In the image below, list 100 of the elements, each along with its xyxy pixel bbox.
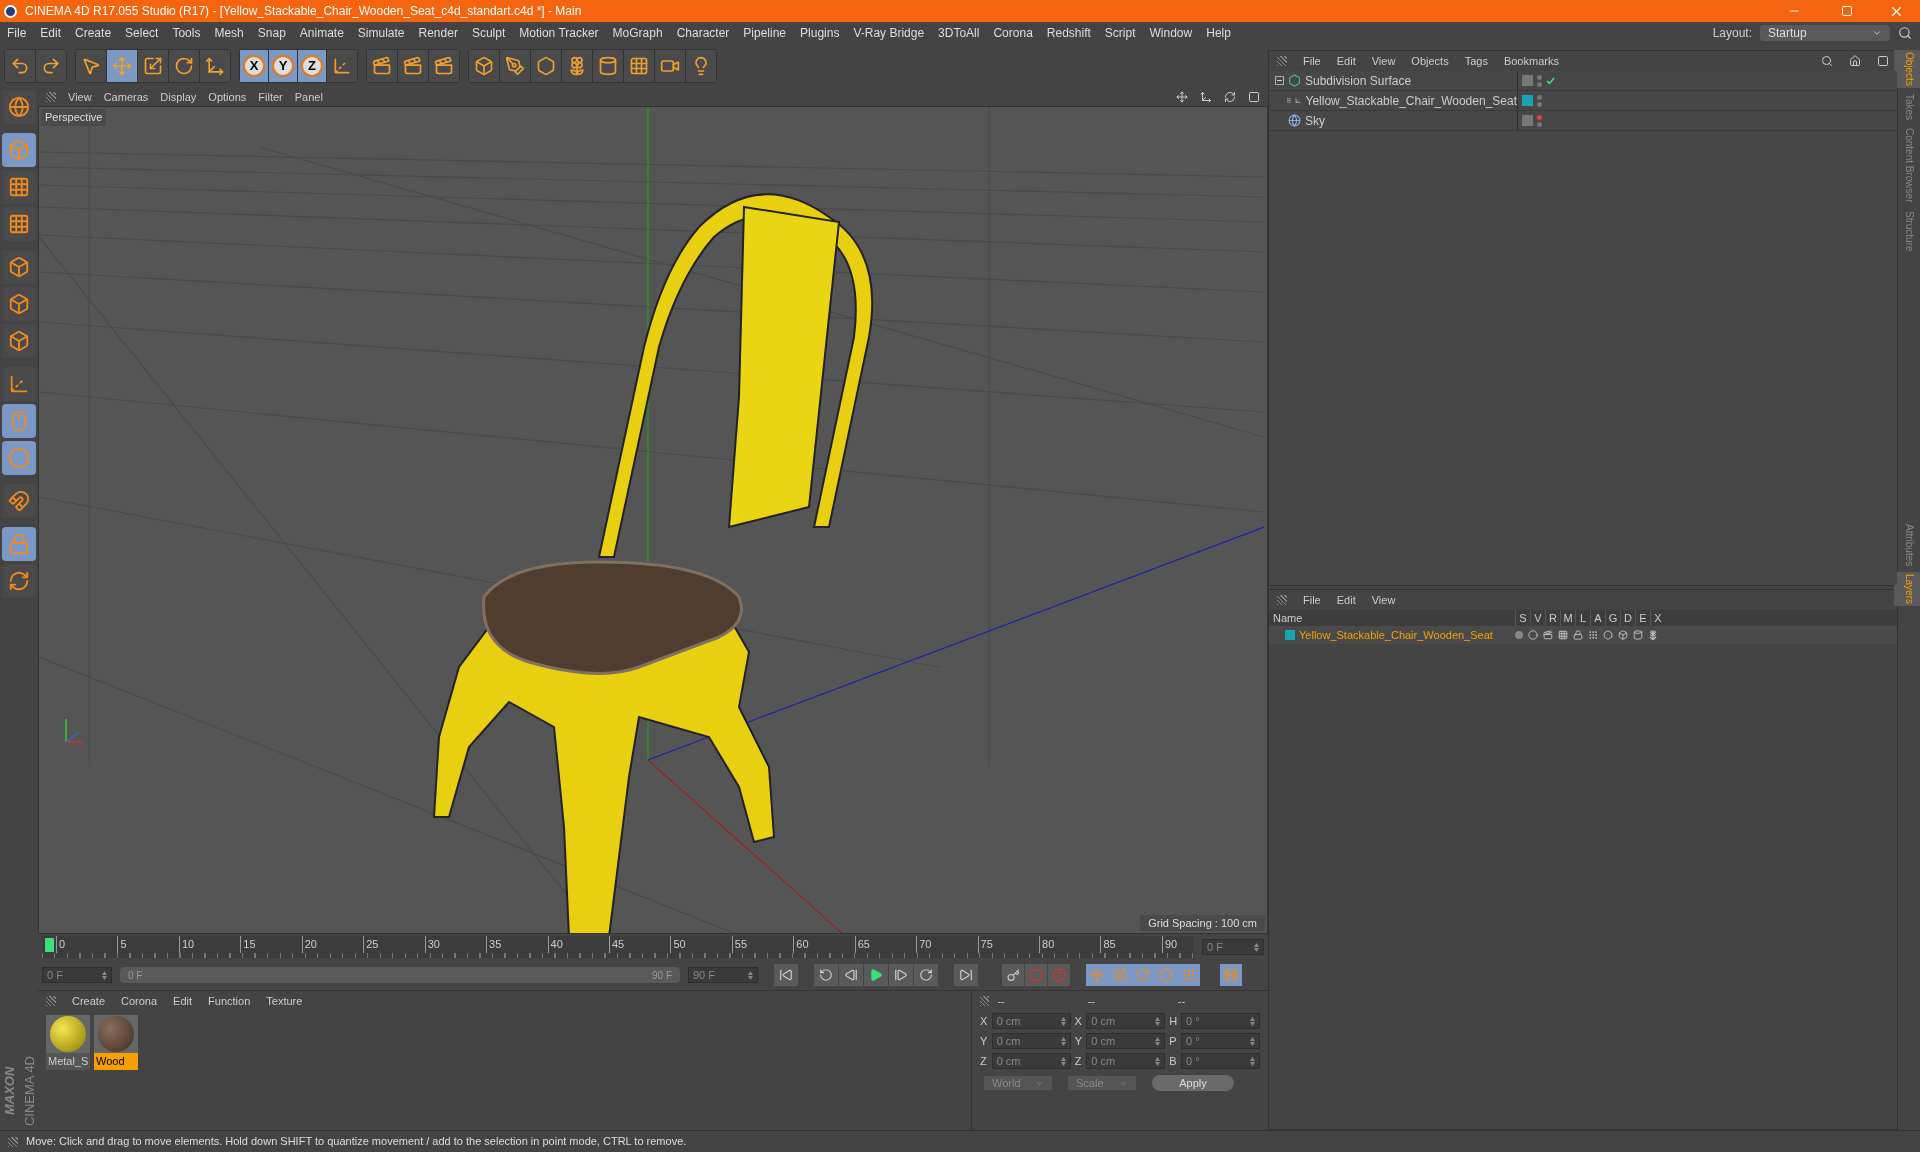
viewport-menu-item[interactable]: Filter: [258, 88, 283, 106]
mode-button[interactable]: [2, 324, 36, 358]
mode-button[interactable]: [2, 250, 36, 284]
rotation-field[interactable]: 0 °: [1181, 1013, 1260, 1029]
spinner-arrows-icon[interactable]: [1250, 1056, 1255, 1066]
transport-button[interactable]: [954, 964, 978, 986]
material-menu-item[interactable]: Texture: [266, 992, 303, 1010]
cube-icon[interactable]: [1618, 630, 1628, 640]
menu-item[interactable]: Corona: [986, 24, 1040, 42]
menu-item[interactable]: Plugins: [793, 24, 847, 42]
tool-button[interactable]: [624, 50, 654, 82]
spinner-arrows-icon[interactable]: [1155, 1016, 1161, 1026]
tool-button[interactable]: [398, 50, 428, 82]
menu-item[interactable]: 3DToAll: [931, 24, 987, 42]
menu-item[interactable]: File: [0, 24, 34, 42]
layout-dropdown[interactable]: Startup: [1760, 25, 1890, 41]
square-icon[interactable]: [1877, 55, 1889, 67]
scale-field[interactable]: 0 cm: [1086, 1053, 1166, 1069]
material-menu-item[interactable]: Edit: [173, 992, 193, 1010]
transport-button[interactable]: [814, 964, 838, 986]
side-tab[interactable]: Objects: [1893, 50, 1920, 88]
tool-button[interactable]: [655, 50, 685, 82]
dots-icon[interactable]: [1588, 630, 1598, 640]
position-field[interactable]: 0 cm: [991, 1053, 1071, 1069]
material-swatch[interactable]: Metal_S: [46, 1015, 90, 1070]
mode-button[interactable]: [2, 90, 36, 124]
grid-icon[interactable]: [1558, 630, 1568, 640]
search-icon[interactable]: [1898, 26, 1912, 40]
spinner-arrows-icon[interactable]: [1060, 1016, 1066, 1026]
eye-icon[interactable]: [1528, 630, 1538, 640]
scale-field[interactable]: 0 cm: [1086, 1033, 1166, 1049]
menu-item[interactable]: Simulate: [350, 24, 412, 42]
menu-item[interactable]: Select: [118, 24, 166, 42]
layer-menu-item[interactable]: View: [1371, 591, 1396, 609]
spinner-arrows-icon[interactable]: [1250, 1016, 1255, 1026]
mode-button[interactable]: [2, 367, 36, 401]
key-button[interactable]: [1002, 964, 1024, 986]
viewport[interactable]: Perspective Grid Spacing : 100 cm: [38, 106, 1268, 934]
object-name[interactable]: Yellow_Stackable_Chair_Wooden_Seat: [1305, 91, 1517, 110]
lock-icon[interactable]: [1573, 630, 1583, 640]
spinner-arrows-icon[interactable]: [1060, 1036, 1066, 1046]
tool-button[interactable]: [76, 50, 106, 82]
timeline-ruler[interactable]: 0 5 10 15 20 25 30 35 40 45 50 55 60 65 70 75 80 85 90: [42, 936, 1194, 958]
spinner-arrows-icon[interactable]: [1155, 1056, 1161, 1066]
tool-button[interactable]: [5, 50, 35, 82]
spinner-arrows-icon[interactable]: [1254, 942, 1259, 952]
end-frame-field[interactable]: 90 F: [688, 967, 758, 983]
mode-button[interactable]: [2, 564, 36, 598]
tool-button[interactable]: [36, 50, 66, 82]
layer-menu-item[interactable]: Edit: [1336, 591, 1356, 609]
object-name[interactable]: Sky: [1305, 111, 1325, 130]
current-frame-field[interactable]: 0 F: [1202, 939, 1264, 955]
menu-item[interactable]: Script: [1097, 24, 1143, 42]
tool-button[interactable]: [686, 50, 716, 82]
layer-menu-item[interactable]: File: [1303, 591, 1321, 609]
menu-item[interactable]: Window: [1142, 24, 1200, 42]
tool-button[interactable]: [367, 50, 397, 82]
object-name[interactable]: Subdivision Surface: [1305, 71, 1412, 90]
tool-button[interactable]: [500, 50, 530, 82]
check-icon[interactable]: [1546, 76, 1555, 85]
tool-button[interactable]: [138, 50, 168, 82]
axis-button[interactable]: Y: [269, 50, 297, 82]
clapperboard-icon[interactable]: [1543, 630, 1553, 640]
side-tab[interactable]: Layers: [1893, 572, 1920, 606]
tool-button[interactable]: [200, 50, 230, 82]
menu-item[interactable]: V-Ray Bridge: [846, 24, 932, 42]
transport-button[interactable]: [839, 964, 863, 986]
object-menu-item[interactable]: File: [1303, 52, 1321, 70]
object-menu-item[interactable]: Bookmarks: [1503, 52, 1559, 70]
viewport-menu-item[interactable]: Cameras: [103, 88, 149, 106]
object-menu-item[interactable]: View: [1371, 52, 1396, 70]
position-field[interactable]: 0 cm: [991, 1013, 1071, 1029]
menu-item[interactable]: Pipeline: [736, 24, 794, 42]
start-frame-field[interactable]: 0 F: [42, 967, 112, 983]
material-menu-item[interactable]: Create: [72, 992, 106, 1010]
play-button[interactable]: [864, 964, 888, 986]
hexagon-icon[interactable]: [1603, 630, 1613, 640]
viewport-menu-item[interactable]: Panel: [294, 88, 323, 106]
transport-button[interactable]: [774, 964, 798, 986]
tool-button[interactable]: [469, 50, 499, 82]
menu-item[interactable]: Edit: [33, 24, 69, 42]
search-icon[interactable]: [1821, 55, 1833, 67]
position-field[interactable]: 0 cm: [991, 1033, 1071, 1049]
tool-button[interactable]: [531, 50, 561, 82]
transport-button[interactable]: [889, 964, 913, 986]
spinner-arrows-icon[interactable]: [1250, 1036, 1255, 1046]
tool-button[interactable]: [429, 50, 459, 82]
menu-item[interactable]: MoGraph: [605, 24, 670, 42]
object-menu-item[interactable]: Objects: [1411, 52, 1449, 70]
tool-button[interactable]: [562, 50, 592, 82]
expand-icon[interactable]: [1287, 96, 1292, 105]
viewport-menu-item[interactable]: View: [68, 88, 92, 106]
viewport-menu-item[interactable]: Options: [208, 88, 247, 106]
material-menu-item[interactable]: Function: [208, 992, 251, 1010]
spinner-arrows-icon[interactable]: [748, 970, 753, 980]
mode-button[interactable]: [2, 484, 36, 518]
viewport-menu-item[interactable]: Display: [160, 88, 197, 106]
axis-button[interactable]: Z: [298, 50, 326, 82]
tool-button[interactable]: [169, 50, 199, 82]
menu-item[interactable]: Snap: [250, 24, 293, 42]
